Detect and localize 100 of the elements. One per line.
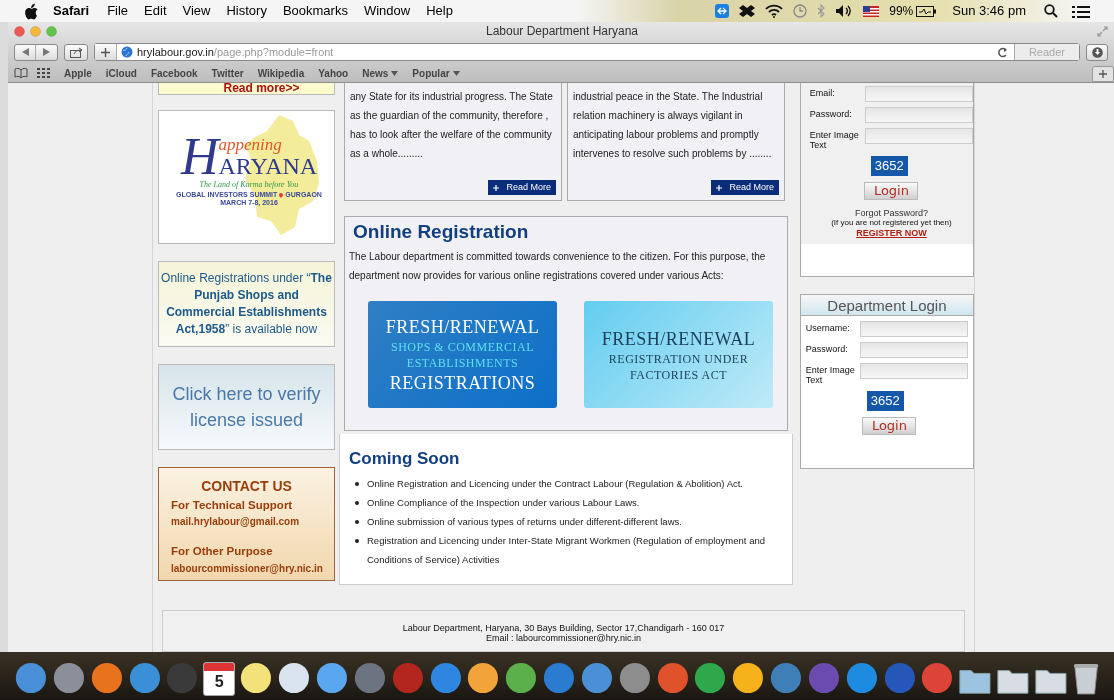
tile-text: REGISTRATIONS (389, 371, 536, 395)
back-arrow-icon (21, 48, 29, 56)
tagline-text: The Land of Karma before You (199, 179, 299, 191)
list-item-text: Online Compliance of the Inspection under various Labour Laws. (367, 496, 640, 510)
registration-tile[interactable]: FRESH/RENEWAL REGISTRATION UNDER FACTORIES ACT (584, 301, 773, 408)
card-text: industrial peace in the State. The Industrial relation machinery is always vigilant in anticipating labour problems and promptly intervenes to resolve such problems by ........ (573, 90, 773, 161)
verify-license-link[interactable]: Click here to verify license issued (158, 364, 335, 450)
text-field[interactable] (864, 86, 973, 102)
downloads-button[interactable] (1086, 43, 1108, 61)
app-icon[interactable] (51, 660, 86, 696)
share-icon (69, 46, 83, 58)
forward-arrow-icon (43, 48, 50, 56)
text-field[interactable] (859, 363, 968, 379)
location-pin-icon (279, 192, 284, 198)
dropdown-caret-icon (452, 70, 460, 76)
list-item-text: Online submission of various types of returns under different-different laws. (367, 515, 682, 529)
text-field[interactable] (864, 107, 973, 123)
text-field[interactable] (859, 342, 968, 358)
contact-label: For Technical Support (171, 498, 294, 513)
bullet-icon (355, 539, 359, 543)
field-label: Enter Image Text (805, 364, 856, 385)
register-note: (If you are not registered yet then) (831, 218, 952, 228)
app-icon[interactable] (731, 660, 766, 696)
close-button[interactable] (14, 25, 25, 37)
bookmark-item[interactable]: Twitter (211, 65, 244, 81)
registration-tile[interactable]: FRESH/RENEWAL SHOPS & COMMERCIAL ESTABLISHMENTS REGISTRATIONS (368, 301, 557, 408)
grid-icon[interactable] (37, 68, 50, 78)
tile-text: SHOPS & COMMERCIAL (391, 338, 534, 355)
app-menu[interactable]: Safari (53, 1, 90, 21)
bookmark-item[interactable]: News (362, 65, 399, 81)
tile-text: FRESH/RENEWAL (601, 327, 756, 351)
book-icon[interactable] (14, 68, 28, 78)
footer-email: Email : labourcommissioner@hry.nic.in (486, 633, 641, 643)
login-button[interactable]: Login (862, 417, 917, 435)
bullet-icon (355, 520, 359, 524)
text-field[interactable] (859, 321, 968, 337)
forgot-password-link[interactable]: Forgot Password? (854, 208, 928, 218)
app-icon[interactable] (239, 660, 274, 696)
list-icon[interactable] (1072, 4, 1090, 18)
section-heading: Coming Soon (349, 448, 461, 470)
email-link[interactable]: labourcommissioner@hry.nic.in (171, 560, 322, 576)
menu-item[interactable]: View (182, 1, 211, 21)
field-label: Password: (809, 108, 853, 119)
app-icon[interactable] (315, 660, 349, 696)
registration-notice[interactable]: Online Registrations under “The Punjab Shops and Commercial Establishments Act,1958” is available now (158, 261, 335, 347)
battery-icon[interactable] (916, 5, 937, 17)
captcha-image: 3652 (870, 156, 908, 176)
list-item-text: Registration and Licencing under Inter-State Migrant Workmen (Regulation of employment and Conditions of Service) Activities (367, 534, 766, 567)
tile-text: FRESH/RENEWAL (385, 315, 540, 339)
card-text: any State for its industrial progress. The State as the guardian of the community, therefore , has to look after the welfare of the community as a whole......... (350, 90, 554, 161)
field-label: Email: (809, 87, 836, 98)
tile-text: FACTORIES ACT (629, 366, 728, 383)
field-label: Password: (805, 343, 849, 354)
field-label: Enter Image Text (809, 129, 860, 150)
teamviewer-icon[interactable] (715, 4, 730, 18)
app-icon[interactable] (693, 660, 728, 696)
clock-text[interactable]: Sun 3:46 pm (952, 1, 1026, 21)
logo-text: ARYANA (218, 153, 318, 179)
search-icon[interactable] (1044, 4, 1058, 18)
section-heading: Online Registration (352, 220, 530, 244)
panel-title: Department Login (800, 295, 973, 316)
app-icon[interactable] (466, 660, 501, 696)
plus-icon (716, 184, 723, 191)
bookmark-item[interactable]: Yahoo (318, 65, 349, 81)
battery-percentage: 99% (889, 3, 914, 20)
apple-icon[interactable] (24, 2, 39, 20)
flag-icon[interactable] (863, 5, 880, 17)
add-tab-button[interactable] (1092, 66, 1114, 82)
plus-icon (1099, 70, 1107, 78)
plus-icon (493, 184, 500, 191)
menu-item[interactable]: Window (363, 1, 411, 21)
menu-item[interactable]: File (107, 1, 129, 21)
app-icon[interactable] (277, 660, 311, 696)
bullet-icon (355, 482, 359, 486)
app-icon[interactable] (504, 660, 539, 696)
read-more-button[interactable]: Read More (488, 180, 556, 195)
register-link[interactable]: REGISTER NOW (856, 228, 927, 239)
menu-item[interactable]: History (226, 1, 267, 21)
menu-item[interactable]: Bookmarks (282, 1, 348, 21)
bookmark-item[interactable]: Apple (64, 65, 92, 81)
email-link[interactable]: mail.hrylabour@gmail.com (171, 514, 322, 530)
bookmark-item[interactable]: Popular (412, 65, 460, 81)
menu-item[interactable]: Edit (144, 1, 167, 21)
bookmark-item[interactable]: iCloud (105, 65, 137, 81)
app-icon[interactable] (89, 660, 124, 696)
volume-icon[interactable] (835, 4, 854, 18)
captcha-image: 3652 (866, 391, 904, 411)
read-more-button[interactable]: Read More (711, 180, 779, 195)
menu-item[interactable]: Help (426, 1, 453, 21)
section-text: The Labour department is committed towards convenience to the citizen. For this purpose, the department now provides for various online registrations covered under various Acts: (349, 250, 767, 283)
bookmark-item[interactable]: Wikipedia (257, 65, 305, 81)
bookmark-item[interactable]: Facebook (150, 65, 198, 81)
read-more-link[interactable]: Read more>> (223, 83, 300, 94)
text-field[interactable] (864, 128, 973, 144)
login-button[interactable]: Login (864, 182, 919, 200)
tile-text: REGISTRATION UNDER (608, 350, 749, 367)
calendar-icon[interactable]: 5 (203, 662, 236, 696)
list-item-text: Online Registration and Licencing under the Contract Labour (Regulation & Abolition) Act. (367, 477, 743, 491)
share-button[interactable] (64, 43, 88, 61)
wifi-icon[interactable] (765, 4, 784, 18)
